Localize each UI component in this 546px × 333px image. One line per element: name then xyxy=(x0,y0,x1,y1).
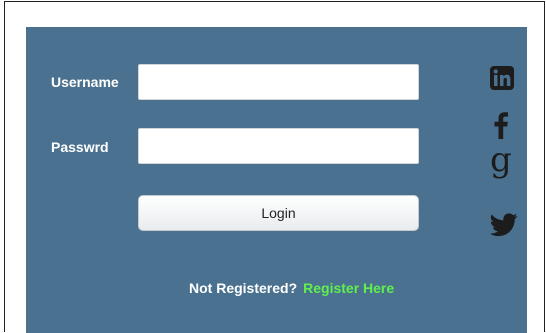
username-label: Username xyxy=(51,74,119,90)
register-link[interactable]: Register Here xyxy=(303,280,394,296)
register-question: Not Registered? xyxy=(189,280,298,296)
register-prompt: Not Registered? Register Here xyxy=(189,280,394,296)
password-input[interactable] xyxy=(138,128,419,164)
password-label: Passwrd xyxy=(51,139,109,155)
login-button[interactable]: Login xyxy=(138,195,419,231)
login-panel: Username Passwrd Login Not Registered? Re… xyxy=(26,27,527,333)
linkedin-icon[interactable] xyxy=(490,66,514,90)
google-icon[interactable]: g xyxy=(490,143,512,177)
window-frame: Username Passwrd Login Not Registered? Re… xyxy=(4,1,545,333)
username-input[interactable] xyxy=(138,64,419,100)
facebook-icon[interactable] xyxy=(494,111,510,139)
twitter-icon[interactable] xyxy=(490,213,518,237)
